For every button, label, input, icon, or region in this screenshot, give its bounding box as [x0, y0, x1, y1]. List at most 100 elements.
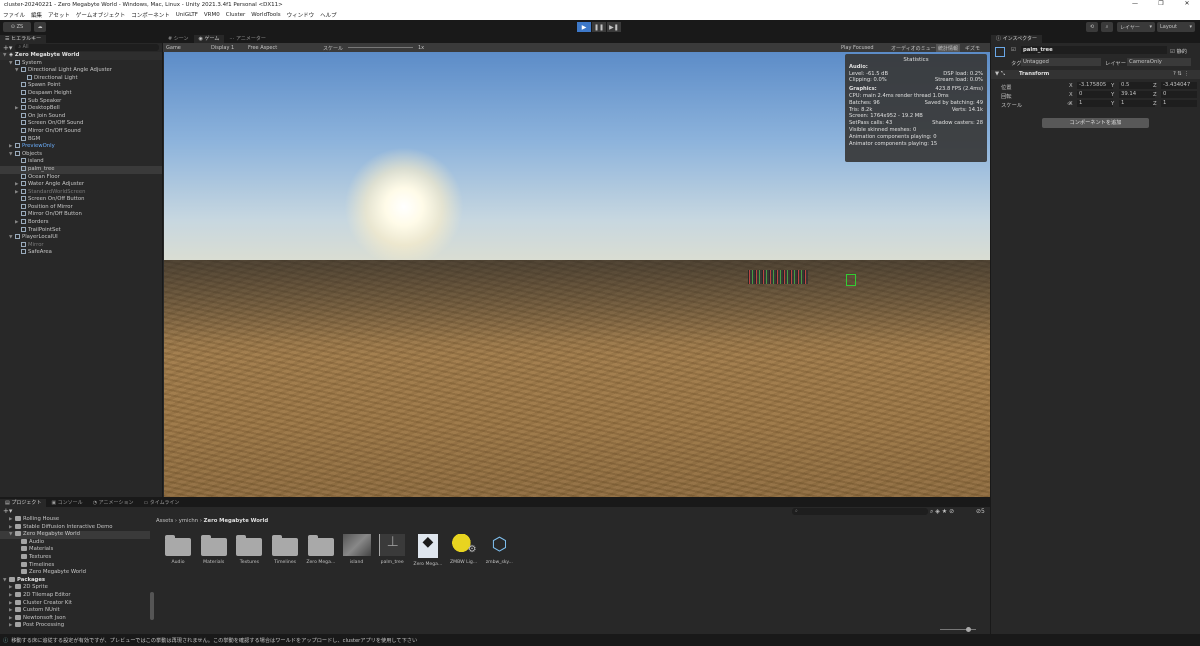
- menu-help[interactable]: ヘルプ: [320, 11, 337, 19]
- status-message[interactable]: 移動する床に追従する設定が有効ですが、プレビューではこの挙動は再現されません。こ…: [11, 637, 417, 644]
- object-name-input[interactable]: palm_tree: [1021, 46, 1167, 54]
- hierarchy-item[interactable]: Spawn Point: [0, 82, 162, 90]
- add-asset-icon[interactable]: +▾: [3, 507, 12, 515]
- hierarchy-item[interactable]: palm_tree: [0, 165, 162, 174]
- hierarchy-item[interactable]: ▼ Directional Light Angle Adjuster: [0, 67, 162, 75]
- close-button[interactable]: ✕: [1174, 0, 1200, 10]
- scene-root[interactable]: ▼ ◈ Zero Megabyte World: [0, 52, 162, 60]
- play-button[interactable]: ▶: [577, 22, 591, 32]
- project-tree-item[interactable]: ▼ Zero Megabyte World: [0, 531, 150, 539]
- hierarchy-item[interactable]: ▶ StandardWorldScreen: [0, 188, 162, 197]
- package-item[interactable]: ▶ Cluster Creator Kit: [0, 599, 150, 608]
- menu-window[interactable]: ウィンドウ: [287, 11, 315, 19]
- project-tree-item[interactable]: Textures: [0, 553, 150, 562]
- tab-animation[interactable]: ◔ アニメーション: [88, 499, 139, 507]
- axis-label[interactable]: Y: [1111, 92, 1114, 98]
- tab-inspector[interactable]: ⓘ インスペクター: [991, 35, 1042, 43]
- hierarchy-item[interactable]: Screen On/Off Sound: [0, 120, 162, 128]
- add-component-button[interactable]: コンポーネントを追加: [1042, 118, 1149, 128]
- menu-component[interactable]: コンポーネント: [131, 11, 170, 19]
- pause-button[interactable]: ❚❚: [592, 22, 606, 32]
- account-button[interactable]: ⊙ ZS: [3, 22, 31, 32]
- asset-item[interactable]: ⊥ palm_tree: [376, 534, 408, 565]
- package-item[interactable]: ▶ Custom NUnit: [0, 607, 150, 615]
- project-tree-scrollbar[interactable]: [150, 592, 154, 620]
- asset-item[interactable]: ⚙ ZMBW Lig...: [448, 534, 480, 565]
- scl-x-field[interactable]: 1: [1077, 100, 1113, 107]
- package-item[interactable]: ▶ Post Processing: [0, 622, 150, 630]
- menu-file[interactable]: ファイル: [3, 11, 25, 19]
- icon-size-handle[interactable]: [966, 627, 971, 632]
- minimize-button[interactable]: —: [1122, 0, 1148, 10]
- game-mode-dropdown[interactable]: Game: [166, 45, 181, 51]
- hierarchy-item[interactable]: BGM: [0, 135, 162, 144]
- static-toggle[interactable]: ☑ 静的: [1170, 47, 1187, 55]
- hierarchy-search-input[interactable]: ⌕ All: [15, 44, 159, 51]
- layer-dropdown[interactable]: CameraOnly: [1127, 58, 1191, 66]
- project-tree-item[interactable]: Zero Megabyte World: [0, 569, 150, 577]
- hierarchy-item[interactable]: Directional Light: [0, 74, 162, 83]
- scale-slider[interactable]: [348, 47, 413, 48]
- asset-item[interactable]: Timelines: [269, 534, 301, 565]
- menu-edit[interactable]: 編集: [31, 11, 42, 19]
- breadcrumb-assets[interactable]: Assets: [156, 518, 173, 524]
- hierarchy-item[interactable]: Screen On/Off Button: [0, 196, 162, 204]
- display-dropdown[interactable]: Display 1: [211, 45, 234, 51]
- hierarchy-item[interactable]: ▶ Borders: [0, 219, 162, 227]
- project-tree-item[interactable]: Audio: [0, 538, 150, 547]
- hierarchy-item[interactable]: TrailPointSet: [0, 226, 162, 235]
- breadcrumb-ymichn[interactable]: ymichn: [179, 518, 198, 524]
- pos-y-field[interactable]: 0.5: [1119, 82, 1155, 89]
- scl-z-field[interactable]: 1: [1161, 100, 1197, 107]
- tab-timeline[interactable]: ▭ タイムライン: [138, 499, 184, 507]
- asset-item[interactable]: ◆ Zero Mega...: [412, 534, 444, 567]
- breadcrumb-world[interactable]: Zero Megabyte World: [204, 518, 268, 524]
- rot-x-field[interactable]: 0: [1077, 91, 1113, 98]
- hierarchy-item[interactable]: Mirror On/Off Sound: [0, 127, 162, 136]
- step-button[interactable]: ▶❚: [607, 22, 621, 32]
- menu-gameobject[interactable]: ゲームオブジェクト: [76, 11, 125, 19]
- tag-dropdown[interactable]: Untagged: [1021, 58, 1101, 66]
- rot-z-field[interactable]: 0: [1161, 91, 1197, 98]
- rot-y-field[interactable]: 39.14: [1119, 91, 1155, 98]
- asset-item[interactable]: Audio: [162, 534, 194, 565]
- filter-icons[interactable]: ⌕ ◈ ★ ⊘: [930, 508, 954, 516]
- tab-scene[interactable]: # シーン: [163, 35, 194, 43]
- cloud-icon[interactable]: ☁: [34, 22, 46, 32]
- search-icon[interactable]: ⌕: [1101, 22, 1113, 32]
- project-search-input[interactable]: ⌕: [792, 508, 928, 515]
- axis-label[interactable]: X: [1069, 101, 1073, 107]
- maximize-button[interactable]: ❐: [1148, 0, 1174, 10]
- hierarchy-item[interactable]: SafeArea: [0, 249, 162, 257]
- axis-label[interactable]: Y: [1111, 83, 1114, 89]
- hierarchy-item[interactable]: ▶ Water Angle Adjuster: [0, 181, 162, 189]
- asset-item[interactable]: Textures: [233, 534, 265, 565]
- hierarchy-item[interactable]: Mirror On/Off Button: [0, 211, 162, 219]
- history-icon[interactable]: ⟲: [1086, 22, 1098, 32]
- add-icon[interactable]: +▾: [3, 44, 12, 52]
- scl-y-field[interactable]: 1: [1119, 100, 1155, 107]
- gizmos-dropdown[interactable]: ギズモ: [965, 45, 980, 52]
- pos-z-field[interactable]: -3.434047: [1161, 82, 1197, 89]
- asset-item[interactable]: ⬡ zmbw_sky...: [483, 534, 515, 565]
- hierarchy-item[interactable]: ▶ DesktopBell: [0, 105, 162, 113]
- project-tree-item[interactable]: Materials: [0, 546, 150, 554]
- pos-x-field[interactable]: -3.175805: [1077, 82, 1113, 89]
- play-focused-dropdown[interactable]: Play Focused: [841, 45, 874, 51]
- hierarchy-item[interactable]: Sub Speaker: [0, 97, 162, 106]
- tab-project[interactable]: ▤ プロジェクト: [0, 499, 47, 507]
- package-item[interactable]: ▶ 2D Tilemap Editor: [0, 591, 150, 600]
- hierarchy-item[interactable]: Ocean Floor: [0, 173, 162, 182]
- hierarchy-item[interactable]: Mirror: [0, 241, 162, 250]
- tab-hierarchy[interactable]: ☰ ヒエラルキー: [0, 35, 47, 43]
- tab-game[interactable]: ◉ ゲーム: [193, 35, 225, 43]
- menu-cluster[interactable]: Cluster: [226, 12, 246, 18]
- hierarchy-item[interactable]: On Join Sound: [0, 112, 162, 121]
- tab-console[interactable]: ▣ コンソール: [46, 499, 87, 507]
- project-tree-item[interactable]: Timelines: [0, 561, 150, 570]
- axis-label[interactable]: Z: [1153, 83, 1157, 89]
- menu-assets[interactable]: アセット: [48, 11, 70, 19]
- asset-item[interactable]: island: [341, 534, 373, 565]
- project-tree-item[interactable]: ▶ Stable Diffusion Interactive Demo: [0, 523, 150, 532]
- menu-worldtools[interactable]: WorldTools: [251, 12, 280, 18]
